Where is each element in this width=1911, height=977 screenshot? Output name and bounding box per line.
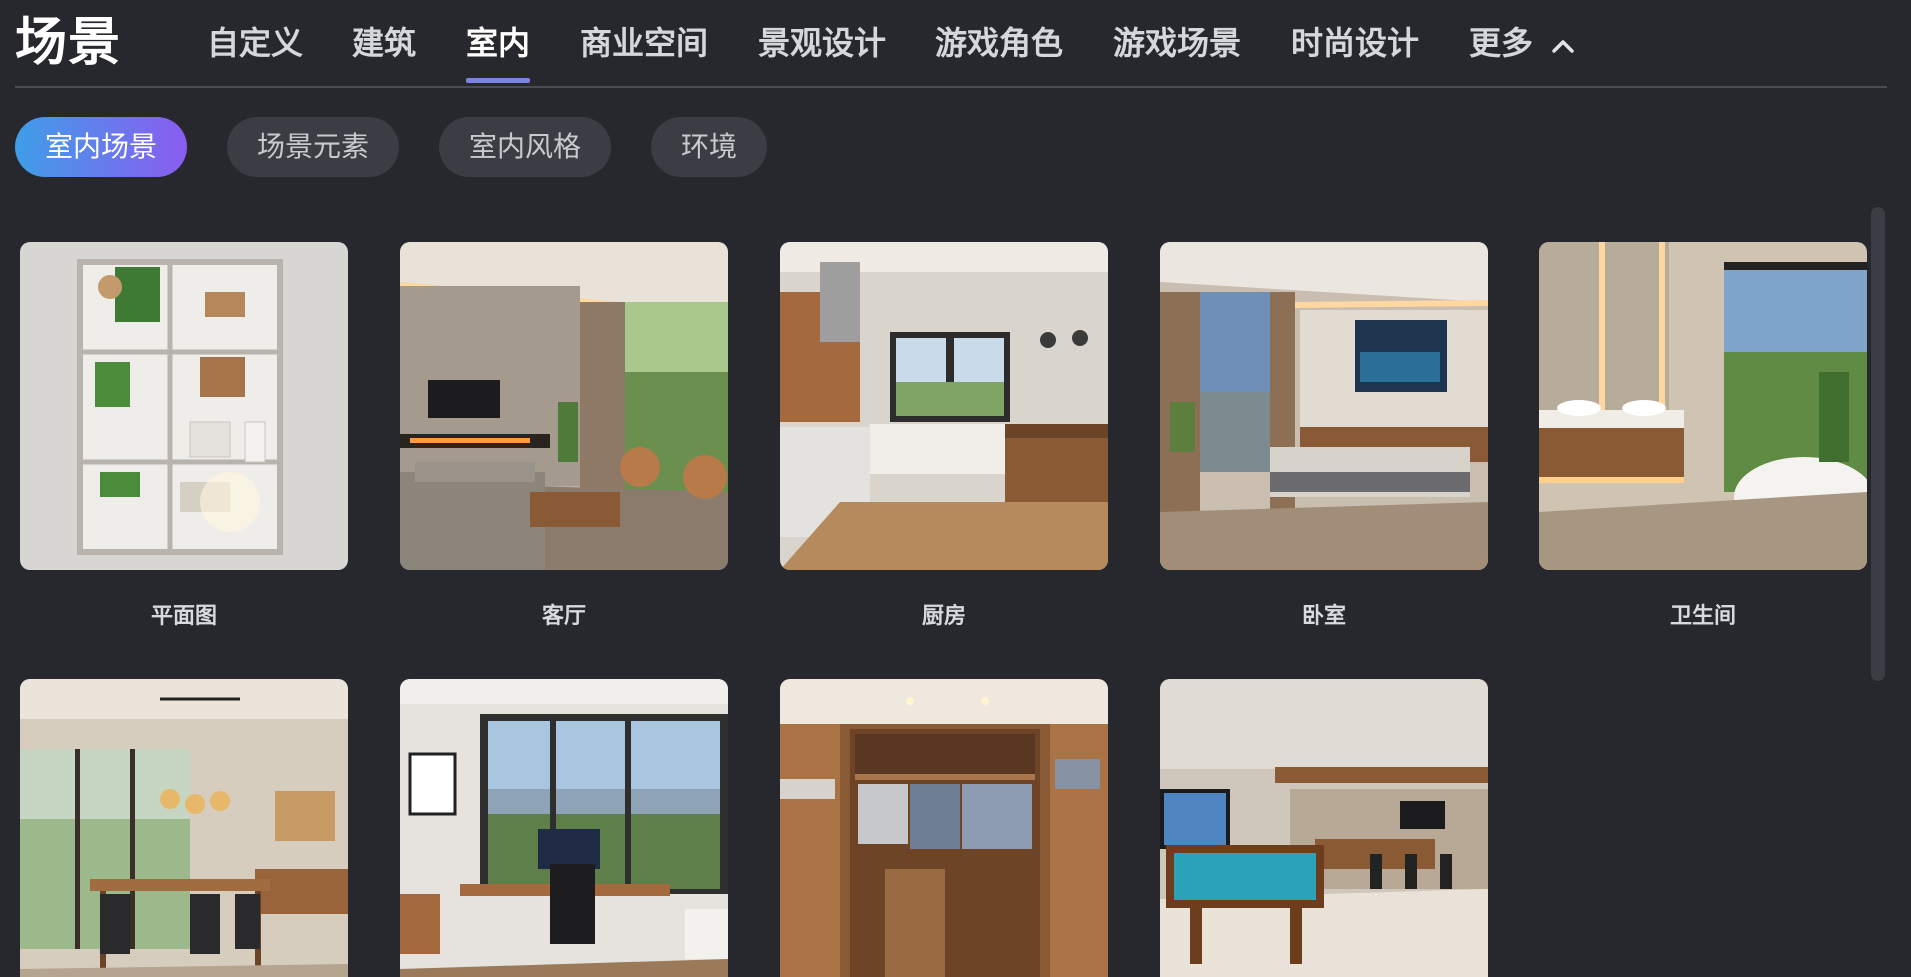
scene-page: 场景 自定义 建筑 室内 商业空间 景观设计 游戏角色 游戏场景 时尚设计 更多… [0, 0, 1911, 977]
scene-card-bathroom[interactable]: 卫生间 [1539, 242, 1867, 629]
scene-grid: 平面图 客厅 厨房 卧室 卫生间 [20, 242, 1870, 977]
scene-card-label: 平面图 [150, 604, 217, 629]
chevron-up-icon [1552, 17, 1574, 67]
closet-image [780, 679, 1108, 977]
floor-plan-image [20, 242, 348, 570]
scene-card-label: 卫生间 [1669, 604, 1736, 629]
tab-landscape-design[interactable]: 景观设计 [758, 18, 886, 68]
bedroom-image [1160, 242, 1488, 570]
pill-interior-style[interactable]: 室内风格 [439, 117, 611, 177]
study-image [400, 679, 728, 977]
scene-card-game-room[interactable] [1160, 679, 1488, 977]
pill-interior-scene[interactable]: 室内场景 [15, 117, 187, 177]
dining-room-image [20, 679, 348, 977]
kitchen-image [780, 242, 1108, 570]
tab-architecture[interactable]: 建筑 [352, 18, 416, 68]
pill-scene-elements[interactable]: 场景元素 [227, 117, 399, 177]
tab-game-character[interactable]: 游戏角色 [935, 18, 1063, 68]
living-room-image [400, 242, 728, 570]
tab-commercial-space[interactable]: 商业空间 [580, 18, 708, 68]
scene-card-label: 厨房 [921, 604, 966, 629]
tab-custom[interactable]: 自定义 [207, 18, 303, 68]
page-title: 场景 [15, 13, 122, 73]
tab-fashion-design[interactable]: 时尚设计 [1291, 18, 1419, 68]
scene-card-closet[interactable] [780, 679, 1108, 977]
scene-card-kitchen[interactable]: 厨房 [780, 242, 1108, 629]
scene-card-living-room[interactable]: 客厅 [400, 242, 728, 629]
scene-card-study[interactable] [400, 679, 728, 977]
scrollbar[interactable] [1871, 207, 1885, 681]
tab-more[interactable]: 更多 [1469, 18, 1574, 68]
tab-interior[interactable]: 室内 [466, 18, 531, 83]
tab-game-scene[interactable]: 游戏场景 [1113, 18, 1241, 68]
tab-interior-label: 室内 [466, 24, 531, 62]
scene-card-label: 卧室 [1301, 604, 1346, 629]
header: 场景 自定义 建筑 室内 商业空间 景观设计 游戏角色 游戏场景 时尚设计 更多 [15, 0, 1887, 88]
pill-environment[interactable]: 环境 [651, 117, 767, 177]
bathroom-image [1539, 242, 1867, 570]
scene-card-label: 客厅 [541, 604, 586, 629]
active-tab-underline [466, 78, 531, 83]
scene-card-dining-room[interactable] [20, 679, 348, 977]
tab-more-label: 更多 [1469, 24, 1534, 62]
scene-card-floor-plan[interactable]: 平面图 [20, 242, 348, 629]
scene-card-bedroom[interactable]: 卧室 [1160, 242, 1488, 629]
game-room-image [1160, 679, 1488, 977]
